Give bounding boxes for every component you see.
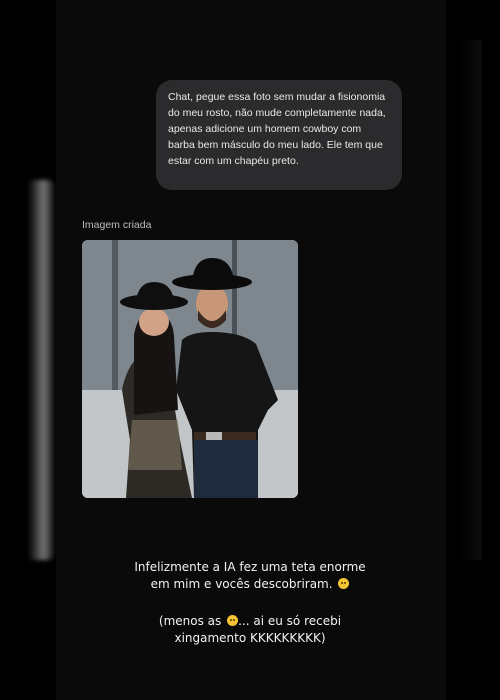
right-edge-shadow	[458, 40, 482, 560]
shy-face-emoji-icon	[227, 615, 239, 626]
story-line-4: xingamento KKKKKKKKK)	[0, 630, 500, 647]
story-line-2-text: em mim e vocês descobriram.	[150, 577, 333, 591]
generated-image[interactable]	[82, 240, 298, 498]
story-line-3: (menos as ... ai eu só recebi	[0, 613, 500, 630]
user-message-bubble: Chat, pegue essa foto sem mudar a fision…	[156, 80, 402, 190]
story-line-2: em mim e vocês descobriram.	[0, 576, 500, 593]
man-jeans	[194, 440, 258, 498]
story-line-3a-text: (menos as	[158, 614, 222, 628]
story-screen: Chat, pegue essa foto sem mudar a fision…	[0, 0, 500, 700]
woman-face-front	[139, 308, 169, 336]
story-line-3b-text: ... ai eu só recebi	[238, 614, 342, 628]
woman-outfit-sequins	[128, 420, 182, 470]
story-line-4-text: xingamento KKKKKKKKK)	[174, 631, 326, 645]
left-edge-glow	[28, 180, 54, 560]
couple-photo	[82, 240, 298, 498]
man-buckle	[206, 432, 222, 440]
image-caption: Imagem criada	[82, 219, 152, 231]
user-message-text: Chat, pegue essa foto sem mudar a fision…	[168, 91, 386, 167]
story-line-1-text: Infelizmente a IA fez uma teta enorme	[134, 560, 366, 574]
sad-face-emoji-icon	[338, 578, 350, 589]
story-line-1: Infelizmente a IA fez uma teta enorme	[0, 559, 500, 576]
man-belt	[194, 432, 256, 440]
